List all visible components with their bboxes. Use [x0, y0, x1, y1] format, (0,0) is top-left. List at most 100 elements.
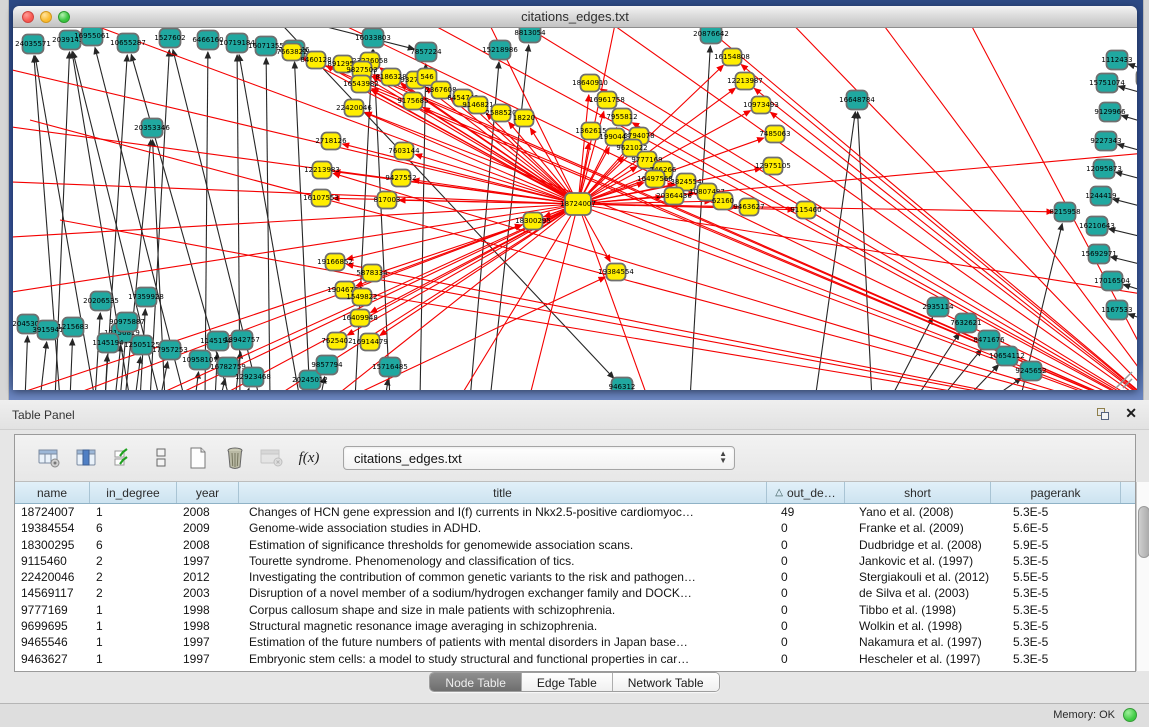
edge[interactable] [1113, 199, 1137, 211]
tab-edge-table[interactable]: Edge Table [522, 673, 613, 691]
edge[interactable] [40, 204, 578, 390]
function-builder-icon[interactable]: f(x) [292, 442, 326, 474]
table-row[interactable]: 1830029562008Estimation of significance … [15, 537, 1135, 553]
network-canvas[interactable]: 1872400724035571203914361695506110655287… [13, 28, 1137, 390]
node-label: 7955812 [606, 113, 637, 121]
float-panel-icon[interactable] [1096, 407, 1111, 422]
table-cell: 1 [90, 651, 177, 667]
select-all-icon[interactable] [107, 442, 141, 474]
table-row[interactable]: 1938455462009Genome-wide association stu… [15, 520, 1135, 536]
node-label: 817003 [374, 196, 401, 204]
right-panel-edge [1143, 0, 1149, 400]
table-row[interactable]: 2242004622012Investigating the contribut… [15, 569, 1135, 585]
table-row[interactable]: 1872400712008Changes of HCN gene express… [15, 504, 1135, 520]
citation-network-graph[interactable]: 1872400724035571203914361695506110655287… [13, 28, 1137, 390]
table-row[interactable]: 946362711997Embryonic stem cells: a mode… [15, 651, 1135, 667]
table-tabs-row: Node TableEdge TableNetwork Table [0, 672, 1149, 698]
node-label: 5878334 [356, 269, 388, 277]
table-cell: 5.6E-5 [991, 520, 1121, 536]
edge[interactable] [195, 372, 199, 390]
node-label: 8813054 [514, 29, 546, 37]
column-visibility-icon[interactable] [70, 442, 104, 474]
node-label: 16955061 [74, 32, 110, 40]
edge[interactable] [1119, 86, 1137, 98]
table-cell: 9115460 [15, 553, 90, 569]
edge[interactable] [1111, 257, 1137, 269]
table-cell: 5.5E-5 [991, 569, 1121, 585]
edge[interactable] [40, 342, 47, 390]
table-row[interactable]: 946554611997Estimation of the future num… [15, 634, 1135, 650]
tab-network-table[interactable]: Network Table [613, 673, 719, 691]
node-label: 15218986 [482, 46, 518, 54]
node-label: 16497568 [637, 175, 673, 183]
edge[interactable] [754, 88, 1137, 390]
close-panel-icon[interactable]: ✕ [1125, 405, 1137, 422]
edge[interactable] [70, 339, 73, 390]
edge[interactable] [1121, 115, 1137, 127]
node-label: 16961758 [589, 96, 625, 104]
node-label: 20353346 [134, 124, 170, 132]
node-label: 17957253 [152, 346, 188, 354]
column-header-name[interactable]: name [15, 482, 90, 503]
table-settings-icon[interactable] [33, 442, 67, 474]
vertical-scrollbar[interactable] [1136, 482, 1149, 671]
column-header-year[interactable]: year [177, 482, 239, 503]
edge[interactable] [578, 204, 660, 390]
node-label: 546 [420, 73, 434, 81]
table-cell: 5.3E-5 [991, 504, 1121, 520]
column-header-out_de[interactable]: △out_de… [767, 482, 845, 503]
table-cell: 0 [767, 537, 845, 553]
table-selector-combobox[interactable]: citations_edges.txt ▲▼ [343, 446, 735, 470]
node-label: 16033803 [355, 34, 391, 42]
edge[interactable] [1128, 314, 1137, 325]
edge[interactable] [1123, 285, 1137, 296]
edge[interactable] [25, 336, 28, 390]
table-row[interactable]: 911546021997Tourette syndrome. Phenomeno… [15, 553, 1135, 569]
edge[interactable] [1109, 229, 1137, 241]
tab-node-table[interactable]: Node Table [430, 673, 522, 691]
new-table-icon[interactable] [181, 442, 215, 474]
memory-ok-led-icon [1123, 708, 1137, 722]
table-cell: 1 [90, 504, 177, 520]
node-label: 19166852 [317, 258, 353, 266]
merge-rows-icon[interactable] [144, 442, 178, 474]
column-header-in_degree[interactable]: in_degree [90, 482, 177, 503]
table-cell: Franke et al. (2009) [845, 520, 991, 536]
table-cell: 0 [767, 651, 845, 667]
table-cell: Structural magnetic resonance image aver… [239, 618, 767, 634]
table-row[interactable]: 1456911722003Disruption of a novel membe… [15, 585, 1135, 601]
table-cell: Genome-wide association studies in ADHD. [239, 520, 767, 536]
edge[interactable] [303, 57, 1137, 390]
status-bar: Memory: OK [0, 703, 1149, 727]
edge[interactable] [1116, 172, 1137, 184]
column-header-short[interactable]: short [845, 482, 991, 503]
scrollbar-thumb[interactable] [1138, 506, 1149, 558]
column-header-title[interactable]: title [239, 482, 767, 503]
edge[interactable] [1128, 64, 1137, 75]
edge[interactable] [135, 357, 140, 390]
table-row[interactable]: 969969511998Structural magnetic resonanc… [15, 618, 1135, 634]
cytoscape-app: citations_edges.txt 18724007240355712039… [0, 0, 1149, 727]
edge[interactable] [245, 388, 249, 390]
column-header-pagerank[interactable]: pagerank [991, 482, 1121, 503]
table-cell: Wolkin et al. (1998) [845, 618, 991, 634]
table-row[interactable]: 977716911998Corpus callosum shape and si… [15, 602, 1135, 618]
edge[interactable] [365, 112, 1137, 390]
edge[interactable] [220, 379, 225, 390]
node-label: 1527602 [154, 34, 185, 42]
window-titlebar[interactable]: citations_edges.txt [13, 6, 1137, 28]
table-cell: 9699695 [15, 618, 90, 634]
table-cell: Dudbridge et al. (2008) [845, 537, 991, 553]
table-cell: 5.3E-5 [991, 651, 1121, 667]
table-cell: Tourette syndrome. Phenomenology and cla… [239, 553, 767, 569]
table-cell: 19384554 [15, 520, 90, 536]
table-cell: Hescheler et al. (1997) [845, 651, 991, 667]
combobox-arrows-icon: ▲▼ [719, 450, 727, 464]
edge[interactable] [295, 62, 310, 390]
table-cell: 2 [90, 569, 177, 585]
delete-table-icon[interactable] [218, 442, 252, 474]
node-label: 62160 [712, 197, 734, 205]
table-panel-title: Table Panel [12, 408, 75, 422]
node-label: 16154808 [714, 53, 750, 61]
edge[interactable] [30, 120, 1137, 390]
